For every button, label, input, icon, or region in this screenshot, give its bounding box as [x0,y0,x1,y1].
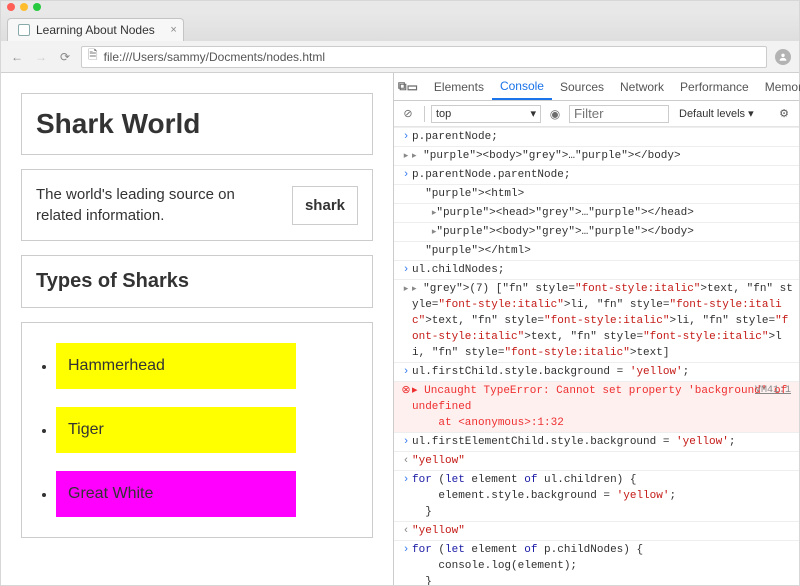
devtools-tab-elements[interactable]: Elements [426,73,492,100]
tab-close-icon[interactable]: × [170,24,176,36]
url-text: file:///Users/sammy/Docments/nodes.html [104,50,325,64]
list-item: Hammerhead [56,343,358,389]
list-card: Hammerhead Tiger Great White [21,322,373,538]
devtools-tabbar: ⧉ ▭ Elements Console Sources Network Per… [394,73,799,101]
separator [424,106,425,122]
context-selector[interactable]: top▾ [431,105,541,123]
console-filter-input[interactable] [569,105,669,123]
browser-tab[interactable]: Learning About Nodes × [7,18,184,41]
forward-button[interactable]: → [33,49,49,65]
console-line: ul.firstChild.style.background = 'yellow… [394,362,799,381]
content-split: Shark World The world's leading source o… [1,73,799,585]
heading-card: Shark World [21,93,373,155]
window-titlebar [1,1,799,13]
console-line: ▸ "grey">(7) ["fn" style="font-style:ita… [394,279,799,362]
devtools-panel: ⧉ ▭ Elements Console Sources Network Per… [394,73,799,585]
clear-console-icon[interactable]: ⊘ [398,107,418,120]
list-item: Great White [56,471,358,517]
console-line: for (let element of ul.children) { eleme… [394,470,799,521]
back-button[interactable]: ← [9,49,25,65]
profile-avatar[interactable] [775,49,791,65]
console-line: ul.childNodes; [394,260,799,279]
devtools-tab-sources[interactable]: Sources [552,73,612,100]
console-line: for (let element of p.childNodes) { cons… [394,540,799,585]
log-levels-selector[interactable]: Default levels ▾ [679,107,754,120]
console-output[interactable]: p.parentNode;▸ "purple"><body>"grey">…"p… [394,127,799,585]
inspect-icon[interactable]: ⧉ [398,79,407,94]
console-line: ul.firstElementChild.style.background = … [394,432,799,451]
page-viewport: Shark World The world's leading source o… [1,73,394,585]
omnibox[interactable]: 🗎 file:///Users/sammy/Docments/nodes.htm… [81,46,767,68]
console-line: ▸ "purple"><body>"grey">…"purple"></body… [394,146,799,165]
devtools-tab-console[interactable]: Console [492,73,552,100]
tab-title: Learning About Nodes [36,23,155,37]
console-line: "yellow" [394,521,799,540]
source-link[interactable]: VM41:1 [755,383,791,399]
console-line: p.parentNode.parentNode; [394,165,799,184]
file-icon: 🗎 [88,46,98,67]
console-line: ▸"purple"><head>"grey">…"purple"></head> [394,203,799,222]
traffic-light-zoom[interactable] [33,3,41,11]
console-line: p.parentNode; [394,127,799,146]
eye-icon[interactable]: ◉ [545,107,565,121]
page-h2: Types of Sharks [36,270,358,293]
intro-text: The world's leading source on related in… [36,184,280,226]
reload-button[interactable]: ⟳ [57,49,73,65]
intro-card: The world's leading source on related in… [21,169,373,241]
devtools-tab-memory[interactable]: Memory [757,73,800,100]
list-item: Tiger [56,407,358,453]
console-line: "purple"><html> [394,184,799,203]
device-toggle-icon[interactable]: ▭ [407,80,418,94]
traffic-light-close[interactable] [7,3,15,11]
traffic-light-minimize[interactable] [20,3,28,11]
favicon-icon [18,24,30,36]
intro-strong-box: shark [292,186,358,225]
page-h1: Shark World [36,108,358,140]
console-line: ⊗▸ Uncaught TypeError: Cannot set proper… [394,381,799,432]
console-line: ▸"purple"><body>"grey">…"purple"></body> [394,222,799,241]
devtools-tab-network[interactable]: Network [612,73,672,100]
tab-bar: Learning About Nodes × [1,13,799,41]
console-line: "purple"></html> [394,241,799,260]
address-bar: ← → ⟳ 🗎 file:///Users/sammy/Docments/nod… [1,41,799,73]
console-line: "yellow" [394,451,799,470]
console-toolbar: ⊘ top▾ ◉ Default levels ▾ ⚙ [394,101,799,127]
subheading-card: Types of Sharks [21,255,373,308]
devtools-tab-performance[interactable]: Performance [672,73,757,100]
shark-list: Hammerhead Tiger Great White [36,343,358,517]
console-settings-icon[interactable]: ⚙ [779,107,795,120]
